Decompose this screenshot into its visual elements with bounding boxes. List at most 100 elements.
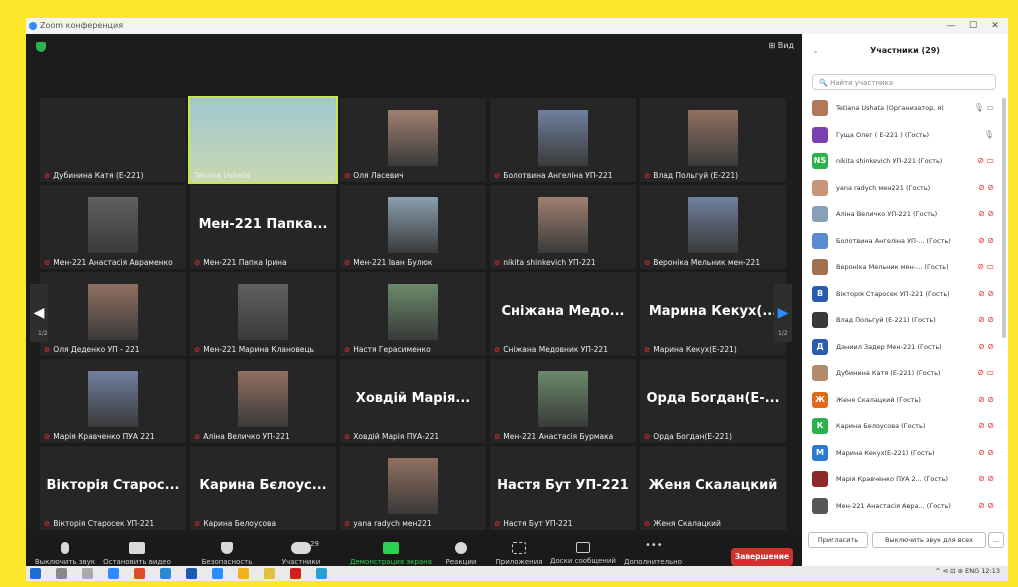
video-tile[interactable]: ⊘ Настя Герасименко <box>340 272 486 356</box>
stop-video-button[interactable]: Остановить видео <box>102 542 172 566</box>
participant-row[interactable]: B Вікторія Старосек УП-221 (Гость) ⊘ ⊘ <box>812 285 998 304</box>
system-tray: ^ ⊲ ⊡ ⊛ ENG 12:13 <box>935 567 1000 575</box>
video-tile[interactable]: ⊘ Мен-221 Іван Булюк <box>340 185 486 269</box>
participants-button[interactable]: Участники <box>266 542 336 566</box>
participant-row-name: Марина Кекух(Е-221) (Гость) <box>836 448 935 457</box>
participant-row[interactable]: M Марина Кекух(Е-221) (Гость) ⊘ ⊘ <box>812 444 998 463</box>
view-button[interactable]: ⊞ Вид <box>769 41 794 50</box>
participant-list-scrollbar[interactable] <box>1002 98 1006 338</box>
invite-button[interactable]: Пригласить <box>808 532 868 548</box>
mute-button[interactable]: Выключить звук <box>30 542 100 566</box>
video-tile[interactable]: Вікторія Старос... ⊘ Вікторія Старосек УП-… <box>40 446 186 530</box>
edge-icon[interactable] <box>108 568 119 579</box>
avatar <box>812 259 828 275</box>
video-tile[interactable]: Сніжана Медо... ⊘ Сніжана Медовник УП-221 <box>490 272 636 356</box>
participant-name: Мен-221 Папка Ірина <box>203 258 287 267</box>
participant-row[interactable]: Ж Женя Скалацкий (Гость) ⊘ ⊘ <box>812 391 998 410</box>
participant-name: Ховдій Марія ПУА-221 <box>353 432 440 441</box>
participant-row[interactable]: Аліна Величко УП-221 (Гость) ⊘ ⊘ <box>812 206 998 224</box>
muted-microphone-icon: ⊘ <box>344 171 351 180</box>
mute-all-button[interactable]: Выключить звук для всех <box>872 532 986 548</box>
share-screen-button[interactable]: Демонстрация экрана <box>346 542 436 566</box>
participant-row[interactable]: Дубинина Катя (Е-221) (Гость) ⊘ ▭ <box>812 365 998 383</box>
whiteboard-icon <box>576 542 590 553</box>
apps-button[interactable]: Приложения <box>484 542 554 566</box>
participant-name-label: ⊘ Вікторія Старосек УП-221 <box>44 519 154 528</box>
video-tile[interactable]: ⊘ Дубинина Катя (Е-221) <box>40 98 186 182</box>
video-tile[interactable]: ⊘ Болотвина Ангеліна УП-221 <box>490 98 636 182</box>
whiteboard-button[interactable]: Доски сообщений <box>548 542 618 565</box>
video-tile[interactable]: ⊘ Вероніка Мельник мен-221 <box>640 185 786 269</box>
video-tile[interactable]: ⊘ Мен-221 Анастасія Авраменко <box>40 185 186 269</box>
app-icon[interactable] <box>134 568 145 579</box>
participant-status-icons: ⊘ ⊘ <box>978 474 994 483</box>
video-tile[interactable]: ⊘ Марія Кравченко ПУА 221 <box>40 359 186 443</box>
opera-icon[interactable] <box>290 568 301 579</box>
language-indicator[interactable]: ENG <box>965 567 979 575</box>
video-tile[interactable]: Мен-221 Папка... ⊘ Мен-221 Папка Ірина <box>190 185 336 269</box>
tray-icons[interactable]: ^ ⊲ ⊡ ⊛ <box>935 567 963 575</box>
security-button[interactable]: Безопасность <box>192 542 262 566</box>
participant-row[interactable]: К Карина Белоусова (Гость) ⊘ ⊘ <box>812 418 998 436</box>
participant-row[interactable]: Болотвина Ангеліна УП-... (Гость) ⊘ ⊘ <box>812 232 998 251</box>
participant-row-name: Карина Белоусова (Гость) <box>836 422 926 430</box>
video-tile[interactable]: ⊘ yana radych мен221 <box>340 446 486 530</box>
task-view-icon[interactable] <box>82 568 93 579</box>
participant-name: Марина Кекух(Е-221) <box>653 345 737 354</box>
security-shield-icon[interactable] <box>36 42 46 52</box>
start-icon[interactable] <box>30 568 41 579</box>
video-tile[interactable]: ⊘ Мен-221 Марина Клановець <box>190 272 336 356</box>
video-tile[interactable]: Женя Скалацкий ⊘ Женя Скалацкий <box>640 446 786 530</box>
participant-row[interactable]: yana radych мен221 (Гость) ⊘ ⊘ <box>812 179 998 198</box>
participant-row[interactable]: Д Даниил Задер Мен-221 (Гость) ⊘ ⊘ <box>812 338 998 357</box>
close-button[interactable]: ✕ <box>984 18 1006 34</box>
video-tile[interactable]: Орда Богдан(Е-... ⊘ Орда Богдан(Е-221) <box>640 359 786 443</box>
video-tile[interactable]: ⊘ Влад Польгуй (Е-221) <box>640 98 786 182</box>
skype-icon[interactable] <box>160 568 171 579</box>
participant-row[interactable]: NS nikita shinkevich УП-221 (Гость) ⊘ ▭ <box>812 153 998 171</box>
zoom-taskbar-icon[interactable] <box>212 568 223 579</box>
video-tile[interactable]: ⊘ Оля Деденко УП - 221 <box>40 272 186 356</box>
video-tile[interactable]: ⊘ Аліна Величко УП-221 <box>190 359 336 443</box>
more-button[interactable]: ••• Дополнительно <box>618 540 688 567</box>
participant-row-name: Гуща Олег ( Е-221 ) (Гость) <box>836 130 930 139</box>
participant-name-label: ⊘ Вероніка Мельник мен-221 <box>644 258 760 267</box>
participant-name: Влад Польгуй (Е-221) <box>653 171 739 180</box>
participants-count: 29 <box>310 540 319 548</box>
video-tile[interactable]: Ховдій Марія... ⊘ Ховдій Марія ПУА-221 <box>340 359 486 443</box>
muted-microphone-icon: ⊘ <box>644 345 651 354</box>
apps-label: Приложения <box>495 558 543 566</box>
search-icon[interactable] <box>56 568 67 579</box>
chrome-icon[interactable] <box>238 568 249 579</box>
folder-icon[interactable] <box>264 568 275 579</box>
participant-video <box>388 197 438 253</box>
minimize-button[interactable]: — <box>940 18 962 34</box>
video-tile[interactable]: Tetiana Ushata <box>188 96 338 184</box>
participant-row-name: Аліна Величко УП-221 (Гость) <box>836 210 938 218</box>
muted-microphone-icon: ⊘ <box>194 345 201 354</box>
participant-status-icons: ⊘ ▭ <box>977 368 994 377</box>
participant-row[interactable]: Гуща Олег ( Е-221 ) (Гость) 🎙 <box>812 126 998 145</box>
video-tile[interactable]: ⊘ Мен-221 Анастасія Бурмака <box>490 359 636 443</box>
participant-row-name: Дубинина Катя (Е-221) (Гость) <box>836 369 941 377</box>
panel-more-button[interactable]: ... <box>988 532 1004 548</box>
video-tile[interactable]: Марина Кекух(... ⊘ Марина Кекух(Е-221) <box>640 272 786 356</box>
apps-icon <box>512 542 526 554</box>
participant-status-icons: ⊘ ⊘ <box>978 421 994 430</box>
participant-row[interactable]: Марія Кравченко ПУА 2... (Гость) ⊘ ⊘ <box>812 471 998 489</box>
video-tile[interactable]: ⊘ nikita shinkevich УП-221 <box>490 185 636 269</box>
video-tile[interactable]: ⊘ Оля Ласевич <box>340 98 486 182</box>
more-dots-icon: ••• <box>645 540 663 551</box>
participant-row[interactable]: Вероніка Мельник мен-... (Гость) ⊘ ▭ <box>812 259 998 277</box>
video-tile[interactable]: Карина Бєлоус... ⊘ Карина Белоусова <box>190 446 336 530</box>
maximize-button[interactable]: ☐ <box>962 18 984 34</box>
participant-row[interactable]: Tetiana Ushata (Организатор, я) 🎙 ▭ <box>812 100 998 118</box>
page-indicator-left: 1/2 <box>38 330 48 337</box>
word-icon[interactable] <box>186 568 197 579</box>
video-tile[interactable]: Настя Бут УП-221 ⊘ Настя Бут УП-221 <box>490 446 636 530</box>
end-meeting-button[interactable]: Завершение <box>731 548 793 566</box>
participant-row[interactable]: Мен-221 Анастасія Авра... (Гость) ⊘ ⊘ <box>812 497 998 516</box>
telegram-icon[interactable] <box>316 568 327 579</box>
participant-row[interactable]: Влад Польгуй (Е-221) (Гость) ⊘ ⊘ <box>812 312 998 330</box>
participant-search-input[interactable]: 🔍 Найти участника <box>812 74 996 90</box>
